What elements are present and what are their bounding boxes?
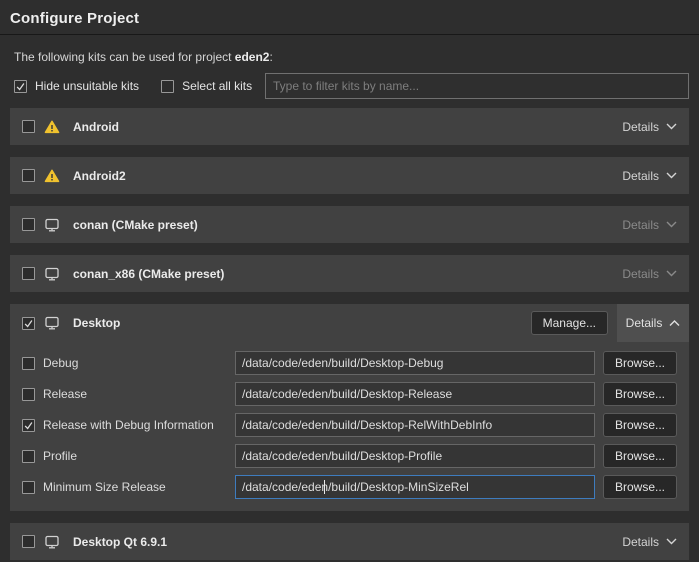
kit-checkbox-android2[interactable] <box>22 169 35 182</box>
kit-checkbox-desktop-qt[interactable] <box>22 535 35 548</box>
warning-icon <box>44 168 60 184</box>
chevron-down-icon <box>666 221 677 228</box>
browse-button-minsizerel[interactable]: Browse... <box>603 475 677 499</box>
build-dir-input-profile[interactable] <box>235 444 595 468</box>
kit-checkbox-conan[interactable] <box>22 218 35 231</box>
kit-name: Desktop Qt 6.9.1 <box>73 535 167 549</box>
config-label: Release <box>43 387 87 401</box>
config-label: Release with Debug Information <box>43 418 214 432</box>
kit-name: Android <box>73 120 119 134</box>
kit-row-desktop-qt: Desktop Qt 6.9.1 Details <box>10 523 689 560</box>
config-label: Minimum Size Release <box>43 480 166 494</box>
check-icon <box>23 318 34 329</box>
kit-name: Desktop <box>73 316 120 330</box>
build-config-list: Debug Browse... Release <box>10 342 689 511</box>
browse-button-release[interactable]: Browse... <box>603 382 677 406</box>
desktop-monitor-icon <box>44 266 60 282</box>
browse-button-profile[interactable]: Browse... <box>603 444 677 468</box>
select-all-kits-checkbox[interactable] <box>161 80 174 93</box>
intro-text: The following kits can be used for proje… <box>14 50 689 64</box>
kit-checkbox-desktop[interactable] <box>22 317 35 330</box>
check-icon <box>15 81 26 92</box>
browse-button-debug[interactable]: Browse... <box>603 351 677 375</box>
kit-row-desktop: Desktop Manage... Details <box>10 304 689 342</box>
config-row-relwithdebinfo: Release with Debug Information Browse... <box>22 413 677 437</box>
kit-filter-input[interactable] <box>265 73 689 99</box>
chevron-up-icon <box>669 320 680 327</box>
build-dir-input-minsizerel[interactable] <box>235 475 595 499</box>
kit-row-android2: Android2 Details <box>10 157 689 194</box>
browse-button-relwithdebinfo[interactable]: Browse... <box>603 413 677 437</box>
config-label: Profile <box>43 449 77 463</box>
desktop-monitor-icon <box>44 534 60 550</box>
details-button-desktop-qt[interactable]: Details <box>622 535 677 549</box>
warning-icon <box>44 119 60 135</box>
kit-name: conan_x86 (CMake preset) <box>73 267 224 281</box>
config-checkbox-minsizerel[interactable] <box>22 481 35 494</box>
details-button-android[interactable]: Details <box>622 120 677 134</box>
build-dir-input-debug[interactable] <box>235 351 595 375</box>
config-checkbox-debug[interactable] <box>22 357 35 370</box>
desktop-monitor-icon <box>44 217 60 233</box>
chevron-down-icon <box>666 538 677 545</box>
details-label: Details <box>622 169 659 183</box>
config-row-profile: Profile Browse... <box>22 444 677 468</box>
config-row-minsizerel: Minimum Size Release Browse... <box>22 475 677 499</box>
chevron-down-icon <box>666 270 677 277</box>
config-row-debug: Debug Browse... <box>22 351 677 375</box>
chevron-down-icon <box>666 172 677 179</box>
details-button-android2[interactable]: Details <box>622 169 677 183</box>
kit-filter-controls: Hide unsuitable kits Select all kits <box>14 73 689 99</box>
text-cursor <box>324 480 325 494</box>
config-label: Debug <box>43 356 78 370</box>
build-dir-input-relwithdebinfo[interactable] <box>235 413 595 437</box>
desktop-monitor-icon <box>44 315 60 331</box>
select-all-kits-label: Select all kits <box>182 79 252 93</box>
config-checkbox-relwithdebinfo[interactable] <box>22 419 35 432</box>
details-label: Details <box>622 120 659 134</box>
hide-unsuitable-kits-checkbox-group[interactable]: Hide unsuitable kits <box>14 79 139 93</box>
config-checkbox-profile[interactable] <box>22 450 35 463</box>
details-button-conan-x86[interactable]: Details <box>622 267 677 281</box>
kit-row-conan: conan (CMake preset) Details <box>10 206 689 243</box>
details-label: Details <box>622 218 659 232</box>
check-icon <box>23 420 34 431</box>
hide-unsuitable-kits-checkbox[interactable] <box>14 80 27 93</box>
details-label: Details <box>626 316 663 330</box>
details-label: Details <box>622 267 659 281</box>
kit-checkbox-android[interactable] <box>22 120 35 133</box>
config-row-release: Release Browse... <box>22 382 677 406</box>
intro-prefix: The following kits can be used for proje… <box>14 50 235 64</box>
kit-checkbox-conan-x86[interactable] <box>22 267 35 280</box>
hide-unsuitable-kits-label: Hide unsuitable kits <box>35 79 139 93</box>
kit-row-conan-x86: conan_x86 (CMake preset) Details <box>10 255 689 292</box>
page-title: Configure Project <box>0 0 699 27</box>
select-all-kits-checkbox-group[interactable]: Select all kits <box>161 79 252 93</box>
chevron-down-icon <box>666 123 677 130</box>
manage-kits-button[interactable]: Manage... <box>531 311 608 335</box>
kit-name: Android2 <box>73 169 126 183</box>
details-button-conan[interactable]: Details <box>622 218 677 232</box>
title-separator <box>0 34 699 35</box>
build-dir-input-release[interactable] <box>235 382 595 406</box>
intro-suffix: : <box>269 50 272 64</box>
details-label: Details <box>622 535 659 549</box>
project-name: eden2 <box>235 50 270 64</box>
config-checkbox-release[interactable] <box>22 388 35 401</box>
configure-project-page: Configure Project The following kits can… <box>0 0 699 562</box>
kit-name: conan (CMake preset) <box>73 218 198 232</box>
kit-row-android: Android Details <box>10 108 689 145</box>
kit-panel-desktop: Desktop Manage... Details Debug <box>10 304 689 511</box>
details-button-desktop[interactable]: Details <box>617 304 689 342</box>
kit-list: Android Details Android2 Details <box>10 108 689 562</box>
